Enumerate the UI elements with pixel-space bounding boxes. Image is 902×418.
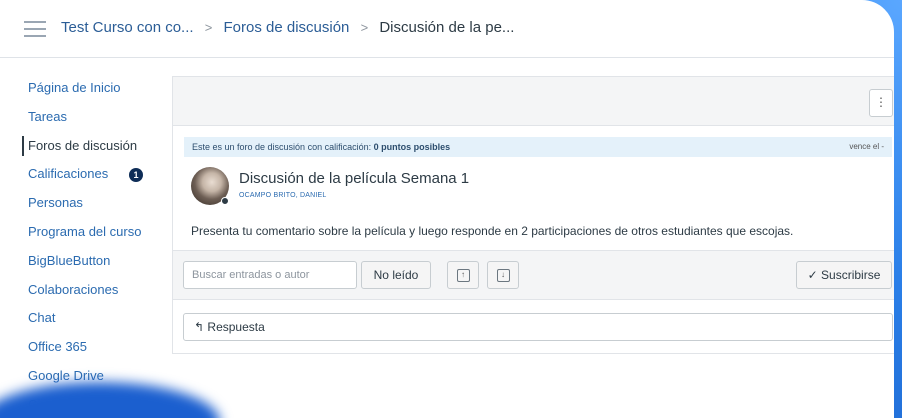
nav-item-bigbluebutton[interactable]: BigBlueButton bbox=[0, 247, 160, 276]
breadcrumb-separator-icon: > bbox=[360, 20, 369, 35]
breadcrumb-separator-icon: > bbox=[204, 20, 213, 35]
top-bar: Test Curso con co... > Foros de discusió… bbox=[0, 0, 894, 58]
nav-item-programa[interactable]: Programa del curso bbox=[0, 218, 160, 247]
nav-item-personas[interactable]: Personas bbox=[0, 189, 160, 218]
due-date: vence el - bbox=[849, 142, 884, 151]
course-nav: Página de Inicio Tareas Foros de discusi… bbox=[0, 74, 160, 418]
discussion-toolbar: No leído ↑ ↓ ✓ Suscribirse bbox=[173, 250, 894, 300]
author-indicator-icon bbox=[221, 197, 229, 205]
discussion-header-bar: ⋮ bbox=[173, 77, 894, 126]
nav-item-colaboraciones[interactable]: Colaboraciones bbox=[0, 276, 160, 305]
canvas-window: Test Curso con co... > Foros de discusió… bbox=[0, 0, 894, 418]
unread-button[interactable]: No leído bbox=[361, 261, 431, 289]
breadcrumb-course[interactable]: Test Curso con co... bbox=[61, 19, 194, 36]
nav-item-cisco-webex[interactable]: Cisco Webex bbox=[0, 391, 160, 418]
nav-item-office365[interactable]: Office 365 bbox=[0, 333, 160, 362]
breadcrumb-current: Discusión de la pe... bbox=[379, 19, 515, 36]
subscribe-label: Suscribirse bbox=[821, 268, 881, 282]
nav-item-inicio[interactable]: Página de Inicio bbox=[0, 74, 160, 103]
expand-icon: ↑ bbox=[456, 269, 470, 283]
search-input[interactable] bbox=[183, 261, 357, 289]
reply-button[interactable]: ↰ Respuesta bbox=[183, 313, 893, 341]
notification-badge: 1 bbox=[129, 168, 143, 183]
expand-button[interactable]: ↑ bbox=[447, 261, 479, 289]
collapse-button[interactable]: ↓ bbox=[487, 261, 519, 289]
breadcrumb: Test Curso con co... > Foros de discusió… bbox=[61, 19, 514, 36]
checkmark-icon: ✓ bbox=[807, 268, 818, 282]
nav-item-chat[interactable]: Chat bbox=[0, 304, 160, 333]
discussion-title: Discusión de la película Semana 1 bbox=[239, 170, 470, 187]
nav-item-label: Calificaciones bbox=[28, 166, 109, 182]
nav-item-foros[interactable]: Foros de discusión bbox=[0, 132, 160, 161]
nav-item-calificaciones[interactable]: Calificaciones 1 bbox=[0, 160, 160, 189]
collapse-icon: ↓ bbox=[496, 269, 510, 283]
breadcrumb-section[interactable]: Foros de discusión bbox=[224, 19, 350, 36]
graded-points: 0 puntos posibles bbox=[373, 142, 451, 152]
discussion-panel: ⋮ Este es un foro de discusión con calif… bbox=[172, 76, 894, 354]
graded-text: Este es un foro de discusión con calific… bbox=[192, 142, 372, 152]
reply-arrow-icon: ↰ bbox=[194, 320, 205, 334]
nav-item-google-drive[interactable]: Google Drive bbox=[0, 362, 160, 391]
author-name[interactable]: OCAMPO BRITO, DANIEL bbox=[239, 192, 327, 199]
nav-item-tareas[interactable]: Tareas bbox=[0, 103, 160, 132]
more-options-icon[interactable]: ⋮ bbox=[869, 89, 893, 117]
graded-discussion-banner: Este es un foro de discusión con calific… bbox=[184, 137, 892, 157]
hamburger-menu-icon[interactable] bbox=[24, 21, 46, 42]
reply-label: Respuesta bbox=[207, 320, 265, 334]
discussion-body: Presenta tu comentario sobre la película… bbox=[191, 224, 794, 238]
subscribe-button[interactable]: ✓ Suscribirse bbox=[796, 261, 892, 289]
